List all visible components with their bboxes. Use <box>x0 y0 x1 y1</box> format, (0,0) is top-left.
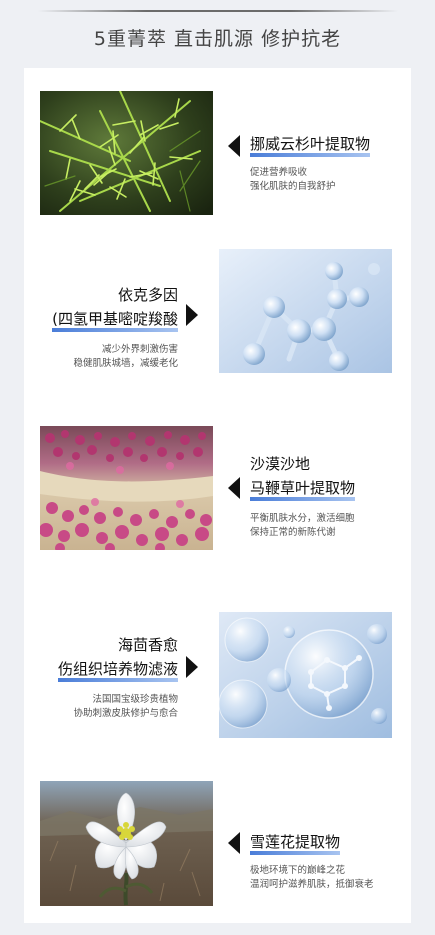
ingredient-5-title: 雪莲花提取物 <box>250 833 341 855</box>
ingredient-4-desc-line-1: 法国国宝级珍贵植物 <box>92 694 178 705</box>
ingredient-1-desc-line-2: 强化肌肤的自我舒护 <box>250 181 336 192</box>
ingredient-1-desc-line-1: 促进营养吸收 <box>250 167 308 178</box>
ingredient-4-text: 海茴香愈 伤组织培养物滤液 法国国宝级珍贵植物 协助刺激皮肤修护与愈合 <box>30 635 179 721</box>
page-title: 5重菁萃 直击肌源 修护抗老 <box>93 28 342 50</box>
snow-lotus-image <box>40 781 213 906</box>
pointer-left-icon <box>228 135 240 157</box>
pointer-left-icon <box>228 832 240 854</box>
ingredient-4-title-line-2: 伤组织培养物滤液 <box>57 660 179 682</box>
pointer-right-icon <box>186 304 198 326</box>
ingredient-3-text: 沙漠沙地 马鞭草叶提取物 平衡肌肤水分，激活细胞 保持正常的新陈代谢 <box>250 454 356 540</box>
ingredient-3-title-line-1: 沙漠沙地 <box>250 455 311 473</box>
ingredient-4-desc-line-2: 协助刺激皮肤修护与愈合 <box>73 708 178 719</box>
ingredient-2-desc-line-2: 稳健肌肤城墙，减缓老化 <box>73 358 178 369</box>
pointer-right-icon <box>186 656 198 678</box>
ingredient-1-text: 挪威云杉叶提取物 促进营养吸收 强化肌肤的自我舒护 <box>250 134 371 194</box>
ingredient-3-title-line-2: 马鞭草叶提取物 <box>250 479 356 501</box>
ingredient-5-text: 雪莲花提取物 极地环境下的巅峰之花 温润呵护滋养肌肤，抵御衰老 <box>250 832 374 892</box>
ingredient-5-desc-line-1: 极地环境下的巅峰之花 <box>250 865 346 876</box>
ingredient-2-title-line-1: 依克多因 <box>117 286 178 304</box>
pointer-left-icon <box>228 477 240 499</box>
verbena-field-image <box>40 426 213 550</box>
ingredient-1-title: 挪威云杉叶提取物 <box>250 135 371 157</box>
ingredient-2-text: 依克多因 (四氢甲基嘧啶羧酸 减少外界刺激伤害 稳健肌肤城墙，减缓老化 <box>30 285 178 371</box>
ingredient-4-title-line-1: 海茴香愈 <box>117 636 178 654</box>
ingredient-2-desc-line-1: 减少外界刺激伤害 <box>101 344 178 355</box>
top-divider <box>38 10 398 12</box>
ingredient-3-desc-line-1: 平衡肌肤水分，激活细胞 <box>250 513 355 524</box>
molecule-image <box>219 249 392 373</box>
spruce-leaf-image <box>40 91 213 215</box>
bubbles-molecule-image <box>219 612 392 738</box>
ingredient-2-title-line-2: (四氢甲基嘧啶羧酸 <box>52 310 178 332</box>
ingredient-5-desc-line-2: 温润呵护滋养肌肤，抵御衰老 <box>250 879 374 890</box>
ingredient-3-desc-line-2: 保持正常的新陈代谢 <box>250 527 336 538</box>
